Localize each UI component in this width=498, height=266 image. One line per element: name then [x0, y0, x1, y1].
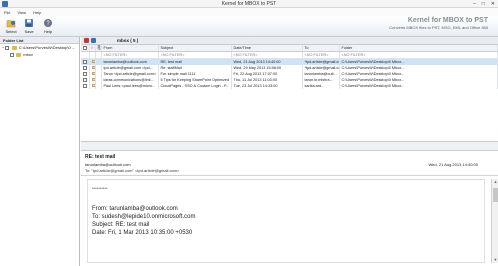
filter-from[interactable]: <NO FILTER>: [101, 51, 159, 59]
folder-icon: [11, 45, 17, 50]
row-checkbox[interactable]: [83, 78, 87, 82]
menu-view[interactable]: View: [17, 10, 26, 15]
filter-folder[interactable]: <NO FILTER>: [339, 51, 498, 59]
envelope-icon: [91, 66, 94, 69]
maximize-button[interactable]: □: [482, 1, 485, 7]
body-line-subject: Subject: RE: test mail: [92, 222, 150, 228]
scroll-down-icon[interactable]: ▼: [492, 257, 498, 263]
menu-help[interactable]: Help: [33, 10, 41, 15]
brand-title: Kernel for MBOX to PST: [407, 17, 488, 24]
menu-bar: File View Help: [0, 8, 498, 16]
row-checkbox[interactable]: [83, 66, 87, 70]
toolbar: Select Save ? Help Kernel for MBOX to PS…: [0, 16, 498, 37]
select-button[interactable]: Select: [3, 17, 19, 36]
body-line-from: From: tarunlamba@outlook.com: [92, 206, 178, 212]
row-from: Paul Lees <paul.lees@micro...: [101, 83, 159, 89]
body-line-to: To: sudesh@lepide10.onmicrosoft.com: [92, 214, 196, 220]
help-label: Help: [43, 29, 53, 34]
table-row[interactable]: Paul Lees <paul.lees@micro... CloudPages…: [81, 83, 498, 89]
tree-root[interactable]: − C:\Users\PurvesW\Desktop\0 ...: [0, 44, 79, 51]
preview-date: Wed, 21 Aug 2013 14:40:00: [428, 162, 478, 167]
select-label: Select: [5, 29, 17, 34]
scroll-up-icon[interactable]: ▲: [492, 179, 498, 185]
root-checkbox[interactable]: [5, 45, 10, 50]
minimize-button[interactable]: –: [473, 1, 476, 7]
row-to: sarika.ard...: [302, 83, 340, 89]
row-checkbox[interactable]: [83, 72, 87, 76]
mail-grid: ! ⎘ From Subject Date/Time To Folder <NO…: [81, 45, 498, 142]
delete-icon[interactable]: [84, 38, 89, 43]
save-button[interactable]: Save: [21, 17, 37, 36]
help-icon: ?: [44, 19, 52, 27]
folder-list-panel: Folder List − C:\Users\PurvesW\Desktop\0…: [0, 37, 80, 266]
preview-body: ********** From: tarunlamba@outlook.com …: [87, 179, 485, 263]
envelope-icon: [91, 60, 94, 63]
scroll-thumb[interactable]: [493, 188, 498, 202]
folder-list-heading: Folder List: [0, 37, 79, 44]
main-panel: mbox ( 5 ) ! ⎘ From Subject Date/Time To…: [81, 37, 498, 266]
filter-subject[interactable]: <NO FILTER>: [158, 51, 232, 59]
row-checkbox[interactable]: [83, 60, 87, 64]
preview-subject: RE: test mail: [85, 154, 116, 160]
expand-icon[interactable]: −: [2, 45, 4, 50]
save-label: Save: [24, 29, 34, 34]
mail-list-header: mbox ( 5 ): [81, 37, 498, 45]
close-button[interactable]: ✕: [491, 1, 495, 7]
tree-item-mbox[interactable]: mbox: [0, 51, 79, 58]
envelope-icon: [91, 72, 94, 75]
refresh-icon[interactable]: [91, 38, 96, 43]
row-folder: C:\Users\PurvesW\Desktop\0 Mbox...: [339, 83, 498, 89]
brand-subtitle: Converts MBOX files to PST, MSG, EML and…: [389, 25, 488, 30]
filter-to[interactable]: <NO FILTER>: [302, 51, 340, 59]
preview-to-row: To: "tpd.article@gmail.com" <tpd.article…: [85, 168, 179, 173]
title-bar: Kernel for MBOX to PST – □ ✕: [0, 0, 498, 8]
select-folder-icon: [6, 20, 16, 28]
menu-file[interactable]: File: [4, 10, 10, 15]
root-path: C:\Users\PurvesW\Desktop\0 ...: [18, 45, 76, 50]
preview-from: tarunlamba@outlook.com: [85, 162, 131, 167]
preview-divider: [81, 175, 498, 176]
preview-to-label: To:: [85, 168, 91, 173]
splitter[interactable]: [81, 142, 498, 151]
envelope-icon: [91, 84, 94, 87]
folder-icon: [16, 52, 22, 57]
help-button[interactable]: ? Help: [40, 17, 56, 36]
preview-pane: RE: test mail tarunlamba@outlook.com To:…: [81, 151, 498, 266]
filter-date[interactable]: <NO FILTER>: [231, 51, 303, 59]
row-subject: CloudPages - SSO & Custom Login - P...: [158, 83, 232, 89]
body-line-date: Date: Fri, 1 Mar 2013 10:35:00 +0530: [92, 230, 193, 236]
mbox-checkbox[interactable]: [10, 52, 14, 57]
window-controls: – □ ✕: [473, 1, 495, 7]
save-icon: [25, 19, 33, 27]
preview-to: "tpd.article@gmail.com" <tpd.article@gma…: [91, 168, 180, 173]
preview-scrollbar[interactable]: ▲ ▼: [491, 179, 498, 263]
envelope-icon: [91, 78, 94, 81]
mbox-label: mbox: [23, 52, 34, 57]
row-date: Tue, 23 Jul 2013 14:33:00: [231, 83, 303, 89]
row-checkbox[interactable]: [83, 84, 87, 88]
mail-list-title: mbox ( 5 ): [117, 38, 139, 43]
brand-block: Kernel for MBOX to PST Converts MBOX fil…: [389, 17, 488, 30]
window-title: Kernel for MBOX to PST: [221, 1, 277, 7]
